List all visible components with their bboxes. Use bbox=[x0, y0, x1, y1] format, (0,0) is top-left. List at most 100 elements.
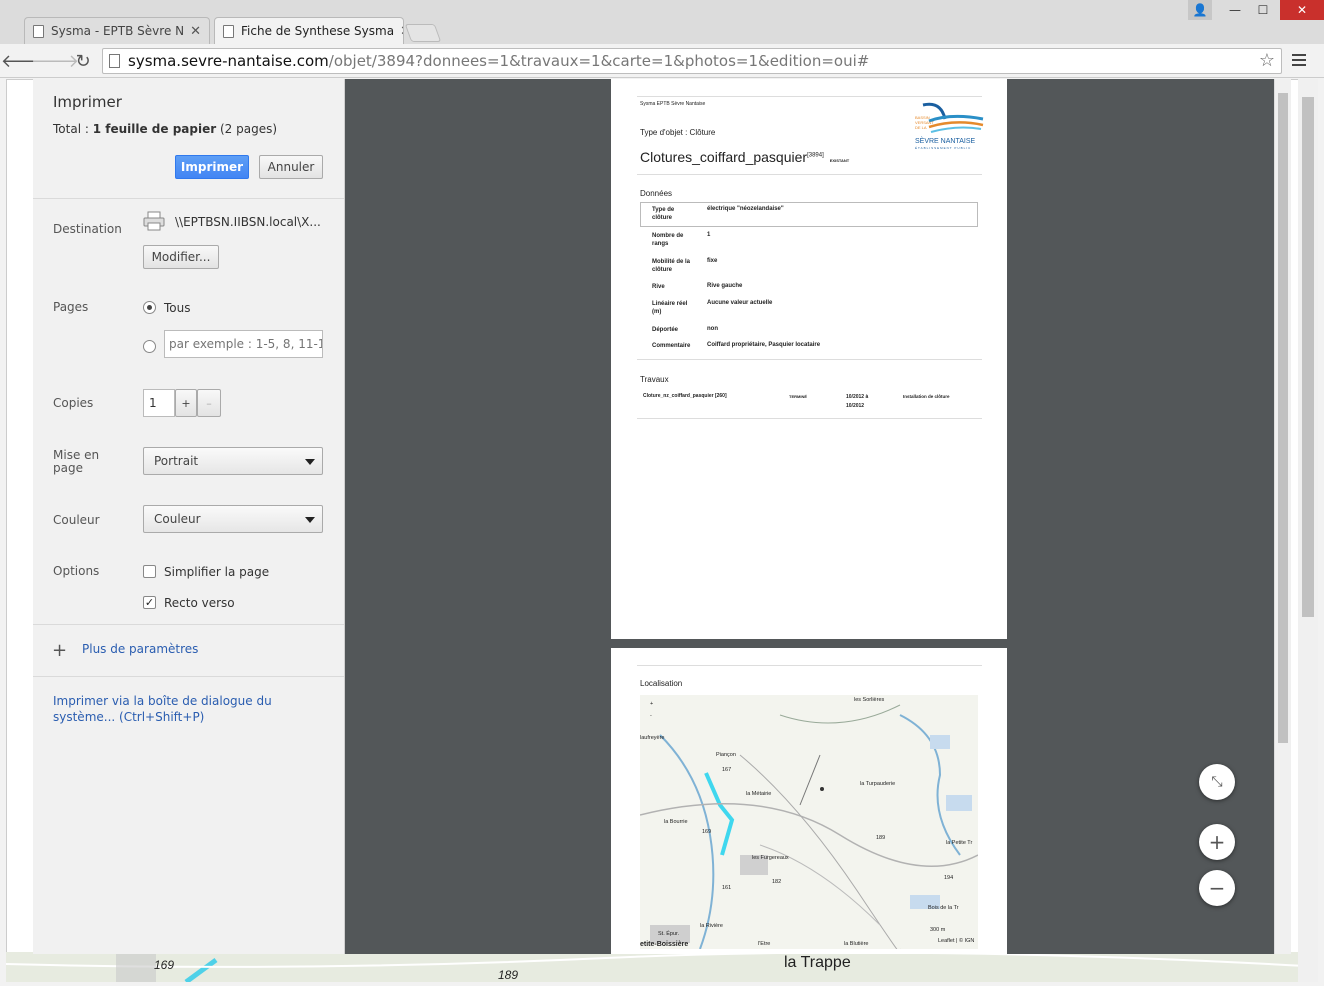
destination-label: Destination bbox=[53, 222, 122, 236]
bookmark-star-icon[interactable]: ☆ bbox=[1259, 50, 1275, 71]
map-label: Leaflet | © IGN bbox=[938, 938, 975, 944]
tab-label: Sysma - EPTB Sèvre Nanta bbox=[51, 24, 185, 38]
location-map: les Sorlières laufreyère Piançon 167 la Méta… bbox=[640, 695, 978, 949]
dropdown-arrow-icon bbox=[305, 517, 315, 523]
pages-range-input[interactable] bbox=[164, 330, 323, 358]
map-label: la Bourrie bbox=[664, 819, 688, 825]
map-label: la Rivière bbox=[700, 923, 723, 929]
sevre-nantaise-logo: BASSIN VERSANT DE LA SÈVRE NANTAISE ÉTABLI… bbox=[911, 99, 987, 153]
total-prefix: Total : bbox=[53, 122, 93, 136]
url-path: /objet/3894?donnees=1&travaux=1&carte=1&… bbox=[328, 52, 870, 70]
address-bar[interactable]: sysma.sevre-nantaise.com /objet/3894?don… bbox=[102, 48, 1282, 74]
expand-plus-icon[interactable]: + bbox=[52, 640, 67, 661]
printer-icon bbox=[143, 211, 165, 231]
user-icon[interactable]: 👤 bbox=[1188, 0, 1212, 20]
map-label: les Sorlières bbox=[854, 697, 885, 703]
title-bar: Sysma - EPTB Sèvre Nanta ✕ Fiche de Synt… bbox=[0, 0, 1324, 44]
layout-value: Portrait bbox=[154, 454, 199, 468]
minimize-button[interactable]: — bbox=[1222, 0, 1248, 20]
simplify-page-label: Simplifier la page bbox=[164, 565, 270, 579]
data-row-key: Linéaire réel (m) bbox=[652, 301, 688, 315]
pages-all-radio[interactable] bbox=[143, 301, 156, 314]
data-row-value: non bbox=[707, 326, 718, 332]
copies-input[interactable]: 1 bbox=[143, 389, 175, 417]
duplex-checkbox[interactable]: ✓ bbox=[143, 596, 156, 609]
page-scrollbar[interactable] bbox=[1298, 79, 1318, 982]
map-label: laufreyère bbox=[640, 735, 665, 741]
forward-arrow-icon[interactable]: 🡒 bbox=[31, 50, 79, 72]
tab-label: Fiche de Synthese Sysma bbox=[241, 24, 395, 38]
url-domain: sysma.sevre-nantaise.com bbox=[128, 52, 329, 70]
zoom-in-button[interactable]: + bbox=[1199, 824, 1235, 860]
logo-text: BASSIN VERSANT DE LA bbox=[915, 115, 934, 130]
preview-scrollbar[interactable] bbox=[1274, 79, 1291, 954]
map-label: Piançon bbox=[716, 752, 736, 758]
print-title: Imprimer bbox=[53, 93, 122, 111]
total-pages: (2 pages) bbox=[216, 122, 278, 136]
modify-destination-button[interactable]: Modifier... bbox=[143, 245, 219, 269]
zoom-out-button[interactable]: − bbox=[1199, 870, 1235, 906]
close-icon[interactable]: ✕ bbox=[394, 24, 403, 39]
options-label: Options bbox=[53, 564, 100, 578]
layout-select[interactable]: Portrait bbox=[143, 447, 323, 475]
maximize-button[interactable]: ☐ bbox=[1250, 0, 1276, 20]
object-title: Clotures_coiffard_pasquier[3894] EXISTANT bbox=[640, 149, 849, 165]
reload-icon[interactable]: ↻ bbox=[72, 50, 94, 72]
copies-increment-button[interactable]: + bbox=[175, 389, 197, 417]
close-icon[interactable]: ✕ bbox=[184, 24, 201, 39]
hamburger-menu-icon[interactable] bbox=[1292, 54, 1306, 68]
sheet-header: Sysma EPTB Sèvre Nantaise bbox=[640, 101, 706, 107]
color-label: Couleur bbox=[53, 513, 100, 527]
data-row-key: Déportée bbox=[652, 327, 679, 333]
destination-value: \\EPTBSN.IIBSN.local\X... bbox=[175, 215, 321, 229]
page-icon bbox=[109, 54, 120, 68]
scrollbar-thumb[interactable] bbox=[1302, 97, 1314, 617]
works-description: Installation de clôture bbox=[903, 394, 950, 399]
map-label: + bbox=[650, 701, 654, 707]
data-row-highlight bbox=[640, 202, 978, 227]
data-row-key: Commentaire bbox=[652, 343, 691, 349]
logo-title: SÈVRE NANTAISE bbox=[915, 138, 976, 145]
map-label: 169 bbox=[154, 958, 175, 972]
pages-custom-radio[interactable] bbox=[143, 340, 156, 353]
map-label: la Blutière bbox=[844, 941, 869, 947]
pages-all-label: Tous bbox=[164, 301, 191, 315]
preview-page-2: Localisation les Sorlières laufreyère Pian bbox=[611, 648, 1007, 954]
print-button[interactable]: Imprimer bbox=[175, 155, 249, 179]
works-name: Cloture_nz_coiffard_pasquier [260] bbox=[643, 393, 727, 399]
map-label: 169 bbox=[702, 829, 712, 835]
color-value: Couleur bbox=[154, 512, 201, 526]
more-settings-link[interactable]: Plus de paramètres bbox=[82, 642, 198, 656]
print-preview-area: Sysma EPTB Sèvre Nantaise Type d'objet :… bbox=[345, 79, 1274, 954]
object-id: [3894] bbox=[807, 152, 824, 159]
data-row-value: électrique "néozelandaise" bbox=[707, 206, 784, 212]
preview-page-1: Sysma EPTB Sèvre Nantaise Type d'objet :… bbox=[611, 79, 1007, 639]
fit-to-page-icon[interactable]: ⤡ bbox=[1199, 764, 1235, 800]
simplify-page-checkbox[interactable] bbox=[143, 565, 156, 578]
copies-label: Copies bbox=[53, 396, 94, 410]
close-window-button[interactable]: ✕ bbox=[1280, 0, 1324, 20]
map-label: les Furgereaux bbox=[752, 855, 789, 861]
data-row-value: fixe bbox=[707, 258, 718, 264]
data-row-value: Aucune valeur actuelle bbox=[707, 300, 773, 306]
tab-fiche-synthese[interactable]: Fiche de Synthese Sysma ✕ bbox=[214, 17, 404, 44]
map-label: la Petite Tr bbox=[946, 840, 973, 846]
cancel-button[interactable]: Annuler bbox=[259, 155, 323, 179]
map-label: 189 bbox=[498, 968, 519, 982]
color-select[interactable]: Couleur bbox=[143, 505, 323, 533]
layout-label: Mise en page bbox=[53, 448, 100, 475]
scrollbar-thumb[interactable] bbox=[1278, 93, 1288, 743]
data-row-value: 1 bbox=[707, 232, 711, 238]
copies-decrement-button[interactable]: – bbox=[197, 389, 221, 417]
new-tab-button[interactable] bbox=[404, 24, 442, 42]
system-dialog-link[interactable]: Imprimer via la boîte de dialogue du sys… bbox=[53, 693, 313, 725]
object-name: Clotures_coiffard_pasquier bbox=[640, 149, 808, 165]
map-label: 182 bbox=[772, 879, 782, 885]
map-label: 189 bbox=[876, 835, 886, 841]
data-row-key: Type de clôture bbox=[652, 207, 675, 221]
total-sheets: 1 feuille de papier bbox=[92, 122, 217, 136]
tab-sysma[interactable]: Sysma - EPTB Sèvre Nanta ✕ bbox=[24, 17, 210, 44]
map-label: la Trappe bbox=[784, 954, 851, 971]
map-label: Bois de la Tr bbox=[928, 905, 959, 911]
map-label: - bbox=[650, 713, 652, 719]
